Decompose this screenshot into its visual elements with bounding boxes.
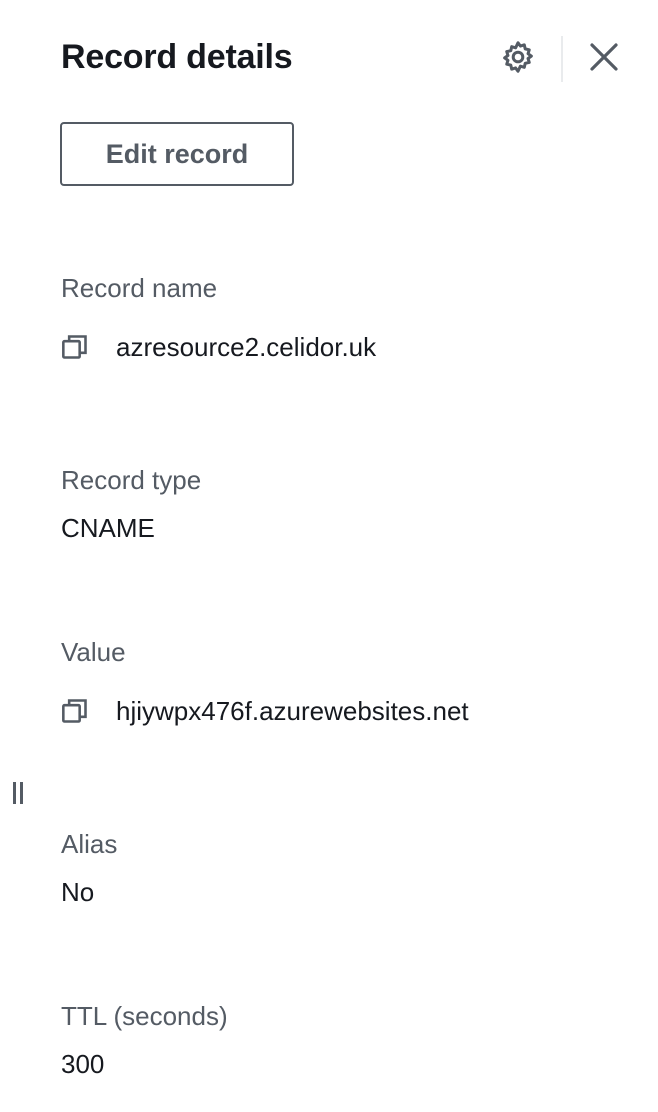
record-name-row: azresource2.celidor.uk [60,330,376,364]
gear-icon [500,39,536,78]
close-button[interactable] [582,36,626,80]
alias-label: Alias [61,829,118,859]
record-type-value: CNAME [61,513,155,543]
ttl-label: TTL (seconds) [61,1001,228,1031]
ttl-value: 300 [61,1049,105,1079]
drag-handle-icon [10,780,26,811]
settings-button[interactable] [496,36,540,80]
record-type-label: Record type [61,465,202,495]
record-details-panel: Record details Edit record Record name a… [0,0,658,1112]
close-icon [588,41,620,76]
alias-value: No [61,877,95,907]
record-name-value: azresource2.celidor.uk [116,332,377,362]
value-label: Value [61,637,126,667]
resize-handle[interactable] [8,780,28,810]
copy-icon[interactable] [60,696,90,726]
record-name-label: Record name [61,273,218,303]
value-value: hjiywpx476f.azurewebsites.net [116,696,469,726]
edit-record-button[interactable]: Edit record [60,122,294,186]
panel-title: Record details [61,38,293,76]
header-divider [561,36,563,82]
copy-icon[interactable] [60,332,90,362]
value-row: hjiywpx476f.azurewebsites.net [60,694,469,728]
header-actions [496,36,636,82]
